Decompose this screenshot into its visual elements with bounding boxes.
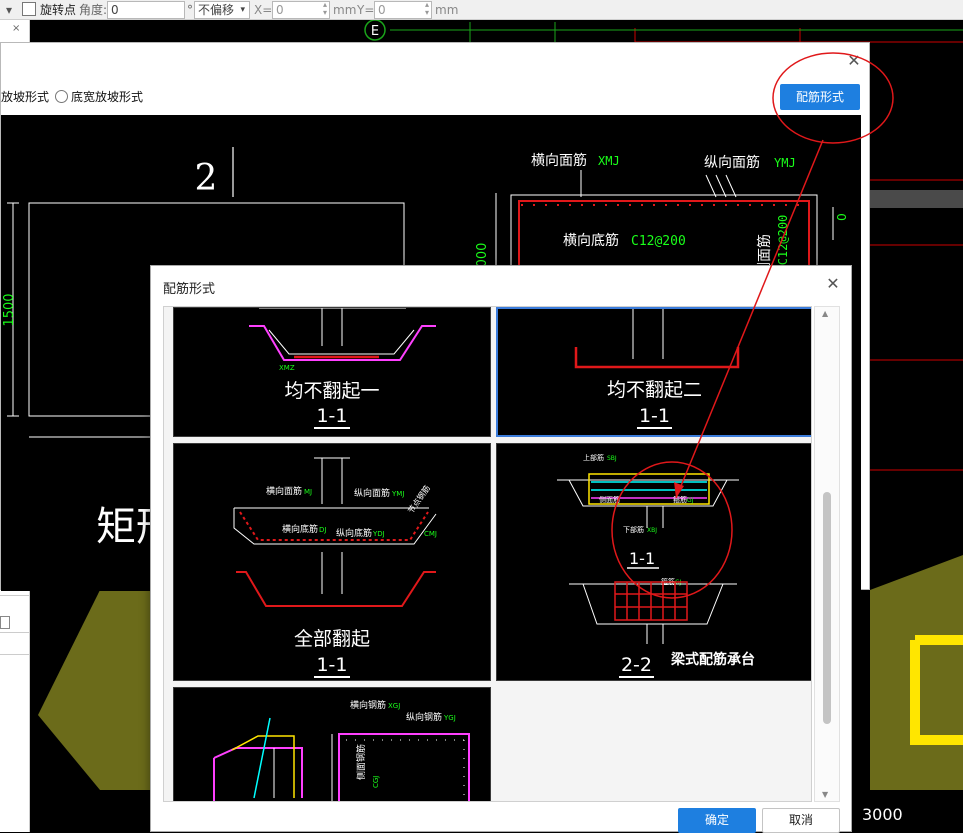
t5-v: 纵向钢筋: [406, 711, 442, 723]
panel-rows: [0, 595, 30, 675]
v-top-label: 纵向面筋: [704, 154, 760, 171]
dim-3000: 3000: [862, 805, 903, 824]
degree-unit: °: [187, 3, 193, 17]
option-label: 均不翻起一: [284, 380, 380, 402]
radio-bottom-width-slope[interactable]: [55, 90, 69, 103]
spinner-icon: ▴ ▾: [424, 0, 429, 17]
offset-select[interactable]: 不偏移 ▾: [194, 1, 250, 19]
mm-unit-2: mm: [435, 3, 459, 17]
t5-v-code: YGJ: [443, 714, 456, 722]
rebar-option-beam-cap[interactable]: 上部筋 SBJ 侧面筋 箍筋 GJ 下部筋 XBJ 1-1 箍筋 GJ 2-2 …: [496, 443, 811, 681]
option-section: 1-1: [314, 654, 350, 678]
h-bot-code: C12@200: [631, 234, 686, 249]
panel-checkbox[interactable]: [0, 616, 10, 629]
spinner-icon: ▴ ▾: [322, 0, 327, 17]
h-top-label: 横向面筋: [531, 152, 587, 169]
slope-radio-group: 放坡形式 底宽放坡形式: [1, 88, 143, 105]
t4-stir: 箍筋: [673, 495, 687, 504]
t4-bot-code: XBJ: [647, 527, 657, 534]
t3-v-top: 纵向面筋: [354, 487, 390, 499]
rotate-point-label: 旋转点: [40, 3, 77, 17]
t4-stir-code: GJ: [687, 497, 694, 504]
axis-marker-e: E: [371, 24, 379, 39]
t3-h-bot: 横向底筋: [282, 523, 318, 535]
dim-1500: 1500: [2, 293, 17, 326]
svg-text:XMZ: XMZ: [279, 364, 295, 372]
cancel-button[interactable]: 取消: [762, 808, 840, 833]
y-input[interactable]: 0 ▴ ▾: [374, 1, 432, 19]
chevron-down-icon: ▾: [240, 5, 245, 15]
list-scrollbar[interactable]: ▲ ▼: [814, 306, 840, 802]
t4-bot: 下部筋: [623, 525, 644, 534]
top-toolbar: ▾ 旋转点 角度: 0 ° 不偏移 ▾ X= 0 ▴ ▾ mm Y= 0 ▴ ▾ mm: [0, 0, 963, 20]
t5-stirrup: 侧面钢筋: [355, 744, 367, 780]
option-section: 1-1: [314, 405, 350, 429]
chevron-down-icon[interactable]: ▾: [6, 2, 12, 18]
t3-v-top-code: YMJ: [391, 490, 404, 498]
rebar-form-list[interactable]: XMZ 均不翻起一 1-1 均不翻起二 1-1 横向面筋 MJ 纵向面筋 YMJ…: [163, 306, 812, 802]
ok-button[interactable]: 确定: [678, 808, 756, 833]
rotate-point-checkbox[interactable]: [22, 2, 36, 16]
x-value: 0: [276, 3, 284, 17]
radio-slope-label[interactable]: 放坡形式: [1, 90, 49, 104]
side-code: C12@200: [776, 215, 790, 266]
section-number: 2: [195, 158, 218, 199]
close-icon[interactable]: ✕: [824, 275, 842, 293]
radio-bottom-width-slope-label[interactable]: 底宽放坡形式: [71, 90, 143, 104]
rebar-form-button[interactable]: 配筋形式: [780, 84, 860, 110]
rebar-form-dialog: 配筋形式 ✕ XMZ 均不翻起一 1-1 均不翻起二 1-1 横向面筋 MJ 纵…: [150, 265, 852, 833]
t3-h-bot-code: DJ: [319, 526, 326, 534]
close-icon[interactable]: ✕: [846, 53, 862, 69]
t5-stir-code: CGJ: [372, 776, 380, 788]
svg-text:0: 0: [835, 213, 849, 221]
y-value: 0: [378, 3, 386, 17]
rebar-option-none-up-2[interactable]: 均不翻起二 1-1: [496, 307, 811, 437]
t3-v-bot-code: YDJ: [372, 530, 385, 538]
t3-angle: 节点钢筋: [405, 483, 432, 515]
mm-unit-1: mm: [333, 3, 357, 17]
t4-section: 1-1: [629, 549, 655, 568]
rebar-option-5[interactable]: 横向钢筋 XGJ 纵向钢筋 YGJ 侧面钢筋 CGJ: [173, 687, 491, 801]
t4-top-code: SBJ: [607, 455, 617, 462]
close-icon[interactable]: ×: [12, 23, 20, 34]
x-input[interactable]: 0 ▴ ▾: [272, 1, 330, 19]
t4-top: 上部筋: [583, 453, 604, 462]
option-label: 全部翻起: [293, 628, 370, 650]
angle-input[interactable]: 0: [107, 1, 185, 19]
angle-label: 角度:: [79, 3, 108, 17]
option-section: 1-1: [636, 405, 673, 429]
t5-h-code: XGJ: [388, 702, 400, 710]
v-top-code: YMJ: [774, 156, 796, 170]
t3-h-top: 横向面筋: [266, 485, 302, 497]
dim-000: 000: [475, 243, 490, 268]
t3-cmj: CMJ: [424, 530, 437, 538]
t3-h-top-code: MJ: [304, 488, 312, 496]
rebar-option-all-up[interactable]: 横向面筋 MJ 纵向面筋 YMJ 横向底筋 DJ 纵向底筋 YDJ 节点钢筋 C…: [173, 443, 491, 681]
y-label: Y=: [357, 3, 375, 17]
scroll-up-icon[interactable]: ▲: [822, 309, 828, 318]
t5-h: 横向钢筋: [350, 699, 386, 711]
scroll-down-icon[interactable]: ▼: [822, 790, 828, 799]
dialog-title: 配筋形式: [163, 282, 216, 297]
h-bot-label: 横向底筋: [563, 232, 619, 249]
h-top-code: XMJ: [598, 154, 620, 168]
t3-v-bot: 纵向底筋: [336, 527, 372, 539]
offset-value: 不偏移: [198, 3, 235, 17]
beam-cap-label: 梁式配筋承台: [671, 652, 755, 668]
scrollbar-thumb[interactable]: [823, 492, 831, 724]
t4-side: 侧面筋: [599, 495, 620, 504]
rebar-option-none-up-1[interactable]: XMZ 均不翻起一 1-1: [173, 307, 491, 437]
option-label: 均不翻起二: [606, 379, 702, 401]
x-label: X=: [254, 3, 273, 17]
